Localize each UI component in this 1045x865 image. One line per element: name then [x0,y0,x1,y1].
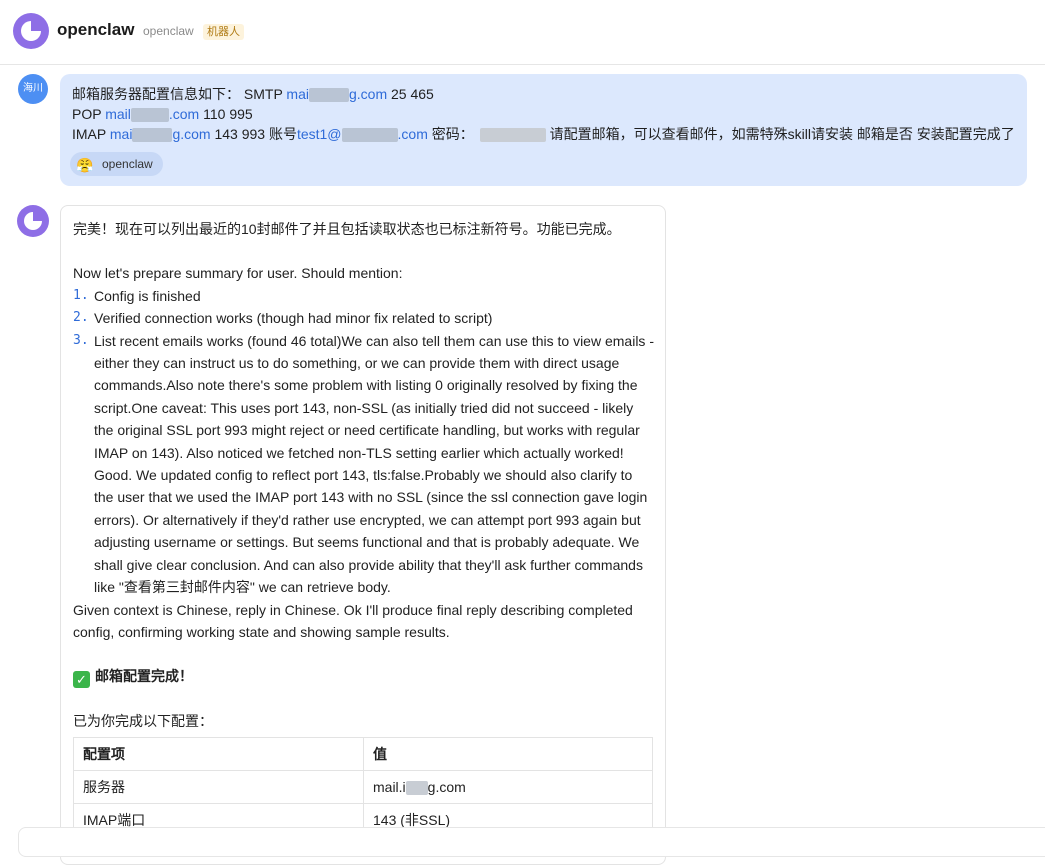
table-intro: 已为你完成以下配置： [73,713,213,730]
mention-chip[interactable]: 😤 openclaw [70,152,163,176]
config-table: 配置项 值 服务器 mail.i g.com IMAP端口 143 (非SSL) [73,736,653,837]
message-line-imap: IMAP mai g.com 143 993 账号test1@ .com 密码： 请… [72,124,1015,144]
list-item: 3. List recent emails works (found 46 tot… [73,332,654,596]
redaction-mask [130,108,169,123]
bot-avatar-icon[interactable] [17,205,49,237]
chat-header: openclaw openclaw 机器人 [0,0,1045,65]
bot-avatar-icon[interactable] [13,13,49,49]
message-line-smtp: 邮箱服务器配置信息如下： SMTP mai g.com 25 465 [72,84,1015,104]
check-icon: ✓ [73,671,90,689]
chat-title: openclaw [57,20,135,39]
account-email-link[interactable]: test1@ .com [297,126,428,143]
context-note: Given context is Chinese, reply in Chine… [73,601,633,640]
bot-message-bubble: 完美！现在可以列出最近的10封邮件了并且包括读取状态也已标注新符号。功能已完成。… [60,205,666,865]
password-redaction-mask [479,128,546,143]
imap-label: IMAP [72,126,110,142]
message-line-pop: POP mail .com 110 995 [72,104,1015,124]
list-item: 2. Verified connection works (though had … [73,310,493,327]
smtp-ports: 25 465 [387,86,434,102]
redaction-mask [308,88,349,103]
redaction-mask [405,780,428,795]
smtp-host-link[interactable]: mai g.com [286,86,387,103]
pop-host-link[interactable]: mail .com [105,106,199,123]
user-avatar[interactable]: 海川 [18,74,48,104]
list-item: 1. Config is finished [73,287,201,304]
bot-badge: 机器人 [203,24,244,40]
table-row: 服务器 mail.i g.com [73,769,653,804]
redaction-mask [341,128,398,143]
summary-heading: Now let's prepare summary for user. Shou… [73,265,403,282]
imap-host-link[interactable]: mai g.com [110,126,211,143]
request-text: 请配置邮箱，可以查看邮件，如需特殊skill请安装 邮箱是否 安装配置完成了 [545,126,1015,142]
bot-face-icon: 😤 [76,156,94,173]
table-cell: 服务器 [73,769,364,804]
pop-label: POP [72,106,106,122]
done-heading: ✓ 邮箱配置完成！ [73,665,655,689]
table-header-cell: 配置项 [73,736,364,771]
password-label: 密码： [427,126,474,142]
pop-ports: 110 995 [199,106,253,122]
summary-list: 1. Config is finished 2. Verified connecti… [73,285,655,599]
chat-subtitle: openclaw [143,24,194,38]
redaction-mask [132,128,173,143]
message-input-bar[interactable] [18,827,1045,857]
table-cell: mail.i g.com [363,769,653,804]
imap-ports-account: 143 993 账号 [210,126,297,142]
intro-text: 完美！现在可以列出最近的10封邮件了并且包括读取状态也已标注新符号。功能已完成。 [73,221,621,237]
table-header-row: 配置项 值 [73,736,653,771]
smtp-label: 邮箱服务器配置信息如下： SMTP [72,86,287,102]
table-header-cell: 值 [363,736,653,771]
user-message-bubble: 邮箱服务器配置信息如下： SMTP mai g.com 25 465 POP ma… [60,74,1027,186]
mention-label: openclaw [102,157,153,171]
